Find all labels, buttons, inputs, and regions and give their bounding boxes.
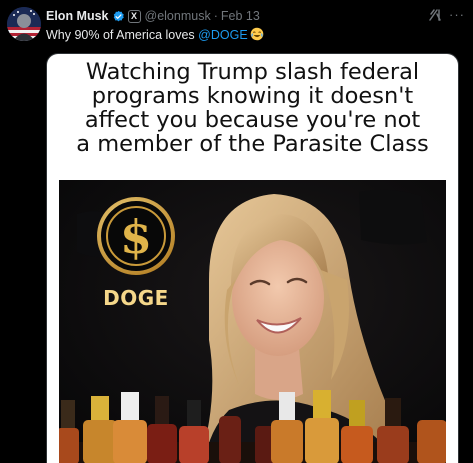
tweet-header: Elon Musk X @elonmusk · Feb 13 xyxy=(46,7,465,25)
verified-badge-icon xyxy=(112,10,125,23)
caption-line: programs knowing it doesn't xyxy=(91,83,414,109)
avatar-image xyxy=(7,7,41,41)
caption-line: affect you because you're not xyxy=(84,107,421,133)
svg-text:$: $ xyxy=(120,210,152,264)
meme-caption: Watching Trump slash federal programs kn… xyxy=(47,60,458,156)
separator-dot: · xyxy=(213,9,218,23)
tweet-text-body: Why 90% of America loves xyxy=(46,28,199,42)
tweet[interactable]: Elon Musk X @elonmusk · Feb 13 ··· Why 9… xyxy=(0,0,473,463)
meme-photo: $ DOGE xyxy=(59,180,446,463)
laughing-emoji-icon xyxy=(250,27,264,44)
author-name[interactable]: Elon Musk xyxy=(46,9,109,23)
caption-line: a member of the Parasite Class xyxy=(76,131,429,157)
tweet-media-image[interactable]: Watching Trump slash federal programs kn… xyxy=(46,53,459,463)
mention-link[interactable]: @DOGE xyxy=(198,28,248,42)
affiliate-badge-icon: X xyxy=(127,9,141,23)
tweet-date[interactable]: Feb 13 xyxy=(221,9,260,23)
more-options-icon[interactable]: ··· xyxy=(447,6,467,22)
avatar[interactable] xyxy=(7,7,41,41)
tweet-text: Why 90% of America loves @DOGE xyxy=(46,27,465,44)
grok-icon[interactable] xyxy=(427,7,443,23)
author-handle[interactable]: @elonmusk xyxy=(145,9,211,23)
doge-logo-label: DOGE xyxy=(103,286,169,310)
caption-line: Watching Trump slash federal xyxy=(85,59,420,85)
doge-logo-icon: $ xyxy=(97,197,175,275)
